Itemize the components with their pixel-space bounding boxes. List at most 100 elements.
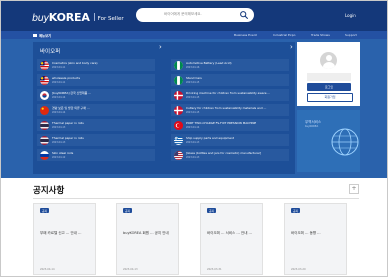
offer-date: 2023-04-14 [52,96,66,100]
offer-row[interactable]: Automotive Battery (Lead Acid) 2023-04-1… [171,59,289,71]
hamburger-icon [33,33,37,37]
offer-text: [Glass (bottles and jars for cosmetic) m… [186,150,262,155]
russia-flag-icon [40,150,49,160]
notice-date: 2023-03-29 [291,268,306,271]
offer-text: Drinking machine for children from susta… [186,90,271,95]
offer-date: 2023-04-15 [186,81,200,85]
offer-date: 2023-04-14 [186,126,200,130]
avatar-head [325,55,332,61]
logo-divider [93,13,95,21]
notice-badge: 공지 [207,208,217,214]
notice-title: buyKOREA 회원 … 공지 안내 [123,231,169,235]
offer-text: [buyKOREA] 한국 산업제품 … [52,90,92,95]
offer-date: 2023-04-16 [186,66,200,70]
globe-icon [331,128,359,156]
denmark-flag-icon [174,90,183,100]
join-button[interactable]: 회원가입 [307,93,353,102]
notice-title: 바이오퍼 … 동향 … [291,231,321,235]
offer-date: 2023-04-12 [52,156,66,160]
china-flag-icon [40,105,49,115]
notice-date: 2023-03-31 [207,268,222,271]
avatar [320,52,337,69]
usa-flag-icon [174,150,183,160]
offer-row[interactable]: Drinking machine for children from susta… [171,89,289,101]
menu-label: 메뉴보기 [39,33,52,38]
malaysia-flag-icon [40,75,49,85]
side-column: 로그인 회원가입 무역서비스 buyKOREA [297,42,360,174]
offer-row[interactable]: [Glass (bottles and jars for cosmetic) m… [171,149,289,161]
nav-link-trade-shows[interactable]: Trade Shows [311,33,330,37]
offer-date: 2023-04-13 [52,126,66,130]
offer-text: Ship supply parts and equipment [186,135,235,140]
nav-link-support[interactable]: Support [345,33,357,37]
trade-service-promo[interactable]: 무역서비스 buyKOREA [297,110,360,172]
offer-text: Stand Cars [186,75,202,80]
notice-date: 2023-04-13 [123,268,138,271]
login-link[interactable]: Login [345,13,356,18]
offer-date: 2023-04-11 [52,81,66,85]
offer-row[interactable]: Thermal paper in rolls 2023-04-13 [37,134,155,146]
notice-title: 부패 카르텔 신고 … 안내 … [40,231,82,235]
offer-row[interactable]: wholesale products 2023-04-11 [37,74,155,86]
promo-subtitle: buyKOREA [305,125,319,128]
login-button[interactable]: 로그인 [307,83,351,91]
site-header: buyKOREA For Seller 바이어에게 문의해보세요. Login [1,1,387,31]
offer-text: Cutlery for children from sustainability… [186,105,267,110]
login-message-box [307,73,351,81]
notice-more-button[interactable]: + [349,184,359,194]
menu-toggle[interactable]: 메뉴보기 [33,33,51,38]
notice-badge: 공지 [291,208,301,214]
offer-text: Cosmetics (skin and body care) [52,60,98,65]
greece-flag-icon [174,135,183,145]
offer-row[interactable]: PORT TWO-CHARGE FS-FIXT PRESSION MACHINE… [171,119,289,131]
offer-date: 2023-04-15 [186,96,200,100]
offer-date: 2023-04-13 [52,141,66,145]
offer-date: 2023-04-13 [186,156,200,160]
login-card: 로그인 회원가입 [297,42,360,106]
offer-text: 경량 보온 및 방한 의류 구매 … [52,105,90,110]
offer-date: 2023-04-15 [186,111,200,115]
offer-row[interactable]: Cosmetics (skin and body care) 2023-04-1… [37,59,155,71]
right-column-next-arrow[interactable]: › [290,44,293,51]
nav-link-business-event[interactable]: Business Event [234,33,257,37]
offer-text: wholesale products [52,75,80,80]
nigeria-flag-icon [174,75,183,85]
offer-text: PORT TWO-CHARGE FS-FIXT PRESSION MACHINE [186,120,257,125]
buy-offer-panel: 바이오퍼 Cosmetics (skin and body care) 2023… [33,42,295,174]
offer-row[interactable]: Thermal paper in rolls 2023-04-13 [37,119,155,131]
notice-badge: 공지 [123,208,133,214]
notice-section-title: 공지사항 [33,186,65,196]
search-box[interactable]: 바이어에게 문의해보세요. [136,8,254,22]
notice-card[interactable]: 공지 바이오퍼 … 동향 … 2023-03-29 [284,203,347,275]
offer-row[interactable]: Cutlery for children from sustainability… [171,104,289,116]
offer-row[interactable]: Stand Cars 2023-04-15 [171,74,289,86]
offer-row[interactable]: Skin steel rods 2023-04-12 [37,149,155,161]
offer-row[interactable]: Ship supply parts and equipment 2023-04-… [171,134,289,146]
notice-card[interactable]: 공지 buyKOREA 회원 … 공지 안내 2023-04-13 [116,203,179,275]
offer-row[interactable]: [buyKOREA] 한국 산업제품 … 2023-04-14 [37,89,155,101]
malaysia-flag-icon [40,60,49,70]
logo-buy: buy [32,13,49,24]
main-nav: 메뉴보기 Business Event Industrial Expo Trad… [1,31,387,39]
search-icon[interactable] [239,10,249,20]
thailand-flag-icon [40,120,49,130]
offer-date: 2023-04-11 [52,66,66,70]
search-placeholder: 바이어에게 문의해보세요. [164,12,202,16]
notice-card[interactable]: 공지 바이오퍼 … 서비스 … 안내 … 2023-03-31 [200,203,263,275]
buykorea-logo[interactable]: buyKOREA For Seller [32,11,124,24]
nav-link-industrial-expo[interactable]: Industrial Expo [273,33,295,37]
notice-divider [33,198,359,199]
notice-title: 바이오퍼 … 서비스 … 안내 … [207,231,253,235]
notice-date: 2023-04-14 [40,268,55,271]
nigeria-flag-icon [174,60,183,70]
offer-row[interactable]: 경량 보온 및 방한 의류 구매 … 2023-04-14 [37,104,155,116]
browser-frame: buyKOREA For Seller 바이어에게 문의해보세요. Login 메… [0,0,388,277]
buy-offer-title: 바이오퍼 [40,49,61,55]
offer-date: 2023-04-13 [186,141,200,145]
left-column-next-arrow[interactable]: › [159,44,162,51]
offer-text: Thermal paper in rolls [52,135,84,140]
korea-flag-icon [40,90,49,100]
offer-text: Automotive Battery (Lead Acid) [186,60,232,65]
notice-card[interactable]: 공지 부패 카르텔 신고 … 안내 … 2023-04-14 [33,203,96,275]
denmark-flag-icon [174,105,183,115]
